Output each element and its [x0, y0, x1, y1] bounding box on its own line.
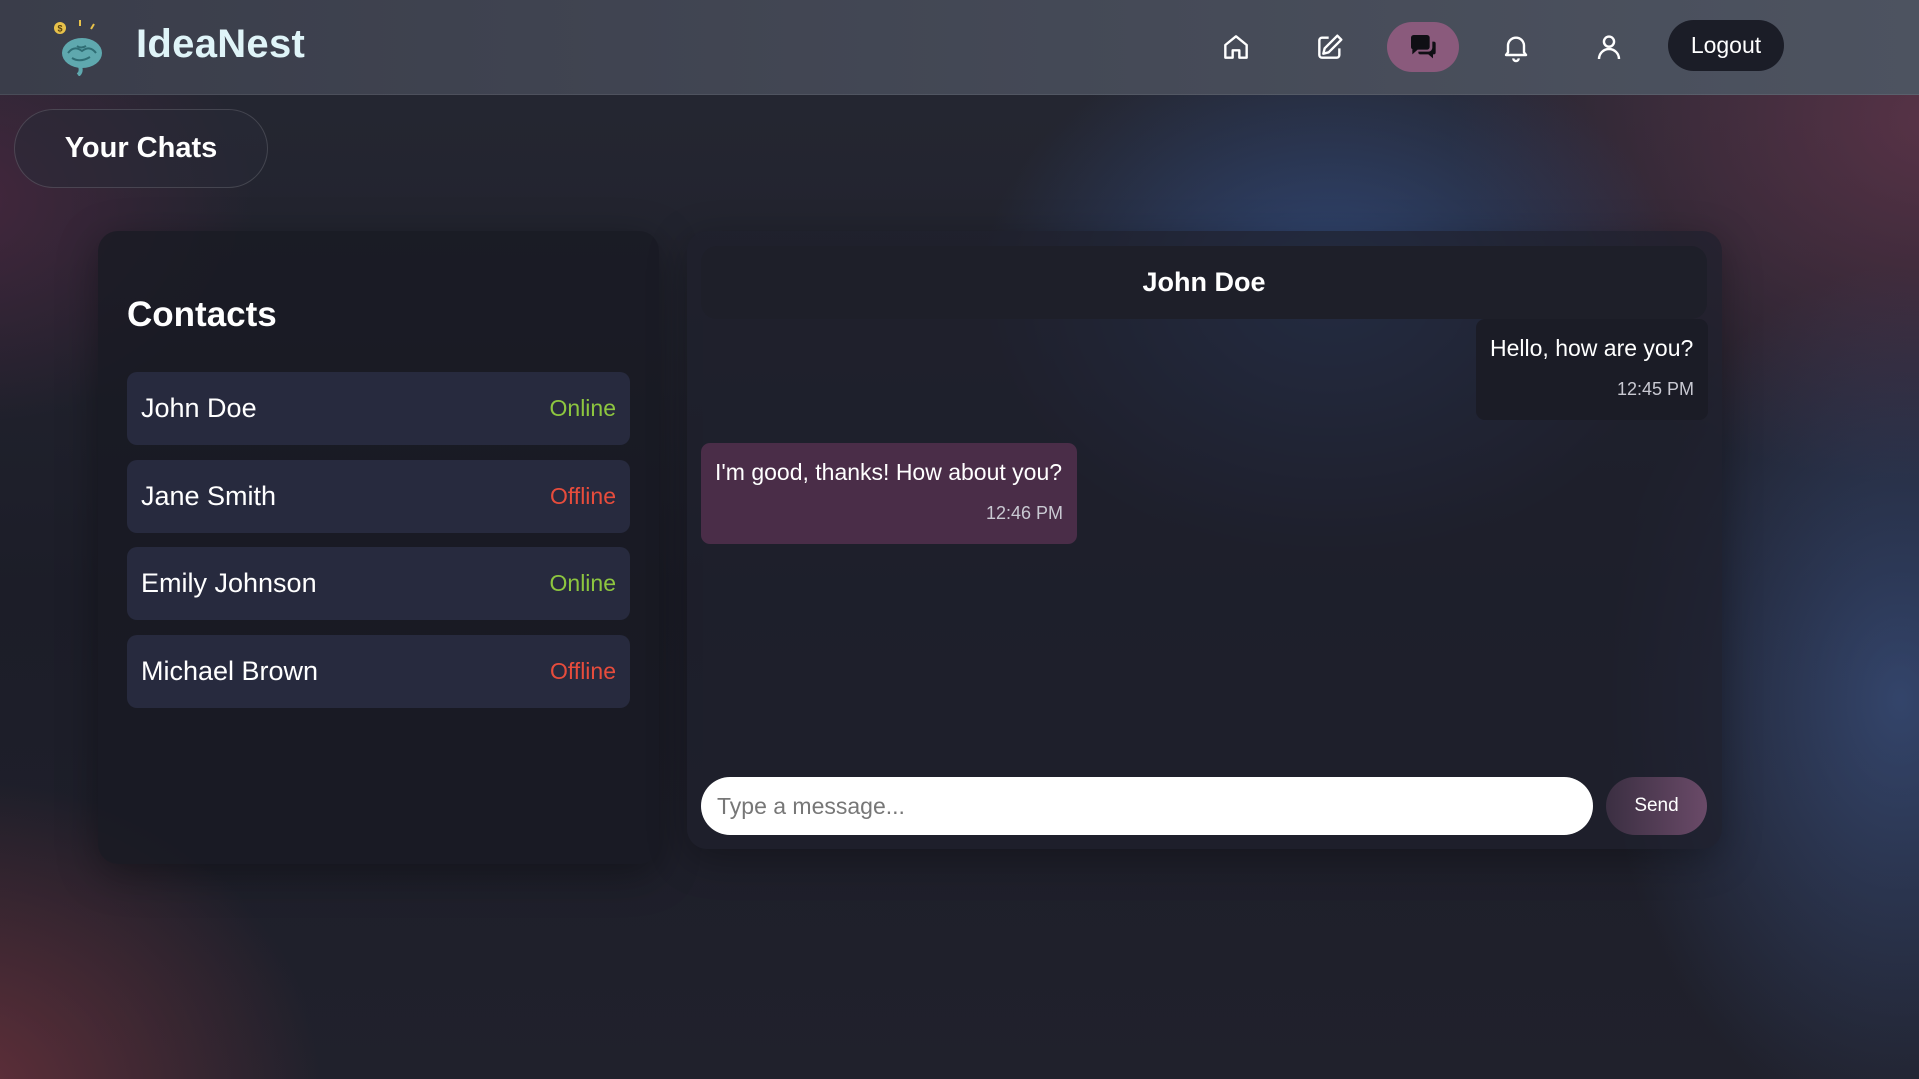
- contact-item-john-doe[interactable]: John Doe Online: [127, 372, 630, 445]
- message-received: I'm good, thanks! How about you? 12:46 P…: [701, 443, 1077, 544]
- contact-item-michael-brown[interactable]: Michael Brown Offline: [127, 635, 630, 708]
- contact-item-emily-johnson[interactable]: Emily Johnson Online: [127, 547, 630, 620]
- your-chats-tab[interactable]: Your Chats: [14, 109, 268, 188]
- user-icon: [1597, 35, 1621, 60]
- chat-icon: [1411, 35, 1436, 59]
- bell-icon: [1504, 36, 1528, 63]
- message-text: I'm good, thanks! How about you?: [715, 459, 1063, 485]
- nav-notifications-button[interactable]: [1480, 22, 1552, 72]
- brain-logo-icon: $: [50, 18, 108, 77]
- contact-name: John Doe: [141, 393, 257, 423]
- contact-name: Emily Johnson: [141, 568, 317, 598]
- edit-icon: [1318, 34, 1343, 59]
- nav-create-button[interactable]: [1294, 22, 1366, 72]
- chat-panel: John Doe Hello, how are you? 12:45 PM I'…: [687, 231, 1722, 849]
- contact-status: Online: [549, 395, 616, 421]
- contact-name: Michael Brown: [141, 656, 319, 686]
- message-timestamp: 12:45 PM: [1616, 379, 1694, 399]
- contacts-heading: Contacts: [127, 295, 277, 334]
- message-sent: Hello, how are you? 12:45 PM: [1476, 319, 1708, 420]
- contact-item-jane-smith[interactable]: Jane Smith Offline: [127, 460, 630, 533]
- nav-home-button[interactable]: [1200, 22, 1272, 72]
- message-timestamp: 12:46 PM: [985, 503, 1063, 523]
- home-icon: [1224, 35, 1248, 59]
- contacts-panel: Contacts John Doe Online Jane Smith Offl…: [98, 231, 659, 864]
- contact-name: Jane Smith: [141, 481, 277, 511]
- contact-status: Offline: [549, 483, 616, 509]
- svg-text:$: $: [57, 24, 62, 34]
- chat-header-title: John Doe: [701, 246, 1707, 319]
- nav-chats-button[interactable]: [1387, 22, 1459, 72]
- contact-status: Online: [549, 570, 616, 596]
- app-logo-text[interactable]: IdeaNest: [136, 22, 305, 67]
- message-input[interactable]: [701, 777, 1593, 835]
- send-button[interactable]: Send: [1606, 777, 1707, 835]
- logout-button[interactable]: Logout: [1668, 20, 1784, 71]
- top-navbar: $ IdeaNest Logout: [0, 0, 1919, 95]
- nav-profile-button[interactable]: [1573, 22, 1645, 72]
- message-text: Hello, how are you?: [1490, 335, 1694, 361]
- contact-status: Offline: [549, 658, 616, 684]
